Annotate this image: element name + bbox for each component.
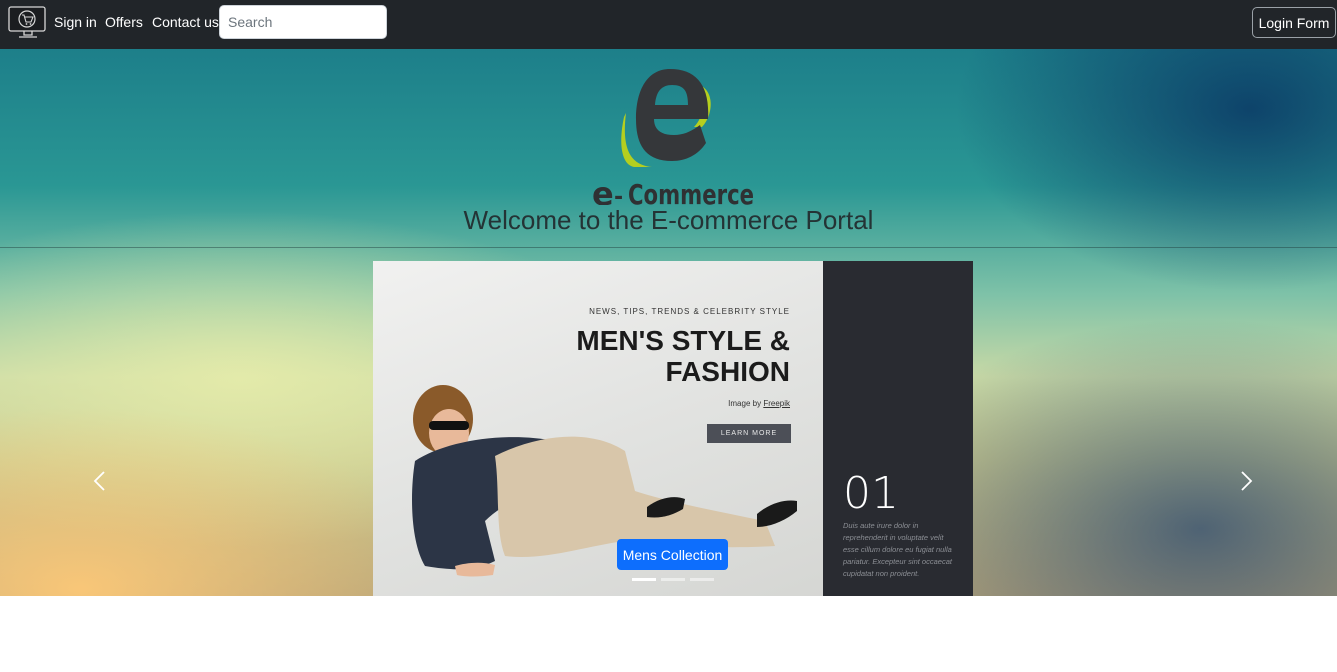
carousel-indicator-3[interactable] <box>690 578 714 581</box>
slide-image: NEWS, TIPS, TRENDS & CELEBRITY STYLE MEN… <box>373 261 823 596</box>
e-commerce-logo: e - Commerce <box>592 69 754 205</box>
nav-link-sign-in[interactable]: Sign in <box>54 14 97 30</box>
svg-text:-: - <box>614 185 623 205</box>
divider <box>0 247 1337 248</box>
slide-headline-line2: FASHION <box>665 356 790 387</box>
freepik-link[interactable]: Freepik <box>763 399 790 408</box>
brand-name: Commerce <box>628 178 754 205</box>
nav-link-offers[interactable]: Offers <box>105 14 143 30</box>
login-form-button[interactable]: Login Form <box>1252 7 1336 38</box>
welcome-heading: Welcome to the E-commerce Portal <box>463 205 874 235</box>
learn-more-button[interactable]: LEARN MORE <box>707 424 791 443</box>
slide-tagline: NEWS, TIPS, TRENDS & CELEBRITY STYLE <box>589 307 790 316</box>
chevron-right-icon[interactable] <box>1236 470 1256 492</box>
carousel-indicator-1[interactable] <box>632 578 656 581</box>
mens-collection-button[interactable]: Mens Collection <box>617 539 728 570</box>
computer-cart-icon[interactable] <box>7 4 49 42</box>
slide-number: 01 <box>843 468 899 519</box>
brand-e-letter: e <box>592 175 614 205</box>
slide-body-text: Duis aute irure dolor in reprehenderit i… <box>843 521 952 578</box>
search-input[interactable] <box>219 5 387 39</box>
carousel-indicators <box>632 578 714 581</box>
hero-section: e - Commerce Welcome to the E-commerce P… <box>0 49 1337 596</box>
top-navbar: Sign in Offers Contact us Login Form <box>0 0 1337 49</box>
nav-link-contact-us[interactable]: Contact us <box>152 14 219 30</box>
carousel-indicator-2[interactable] <box>661 578 685 581</box>
slide-headline-line1: MEN'S STYLE & <box>576 325 790 356</box>
image-credit: Image by Freepik <box>728 399 790 408</box>
slide-side-panel: 01 Duis aute irure dolor in reprehenderi… <box>823 261 973 596</box>
chevron-left-icon[interactable] <box>90 470 110 492</box>
